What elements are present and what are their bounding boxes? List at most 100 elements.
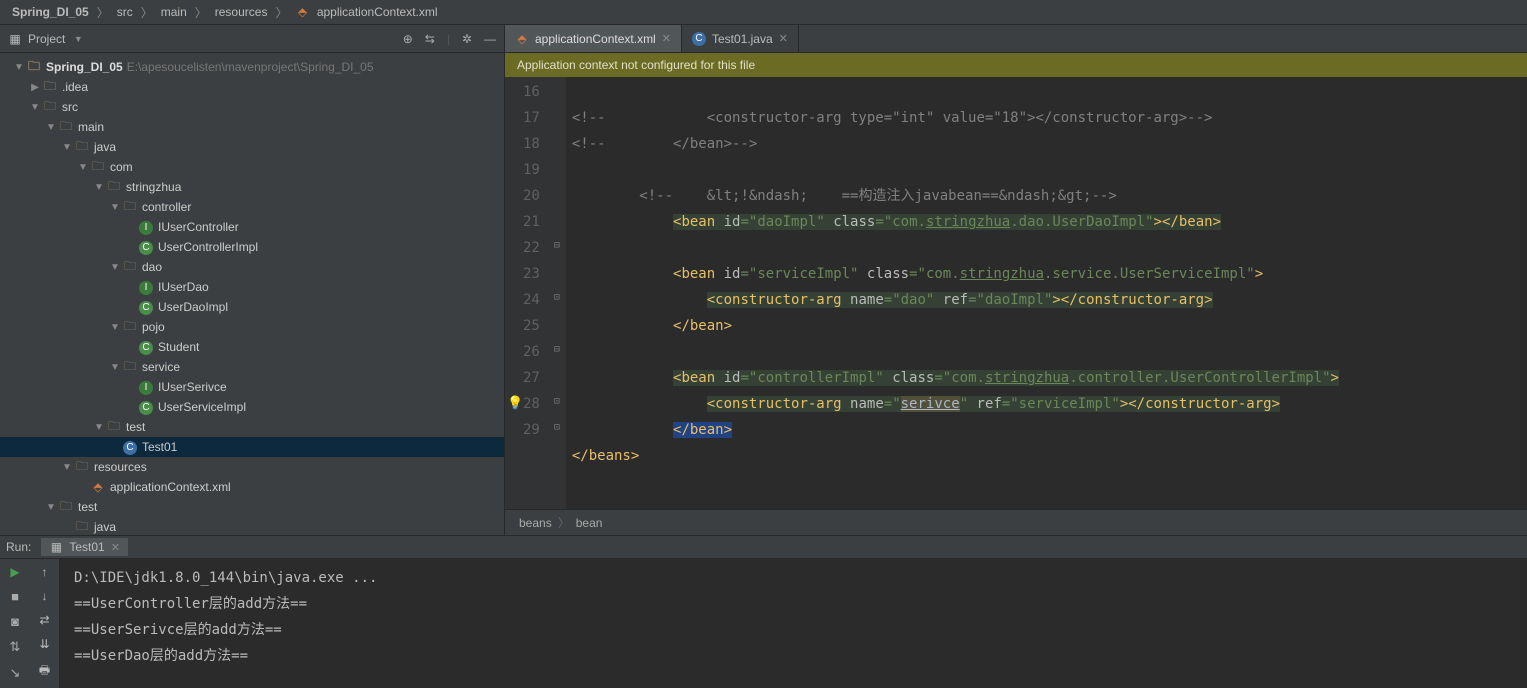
project-tree[interactable]: ▼🗀Spring_DI_05E:\apesoucelisten\mavenpro… — [0, 53, 504, 535]
gutter-line[interactable]: 20 — [523, 183, 540, 209]
locate-icon[interactable]: ⊕ — [403, 32, 413, 46]
gutter-line[interactable]: 27 — [523, 365, 540, 391]
gutter-line[interactable]: 16 — [523, 79, 540, 105]
fold-mark[interactable] — [548, 311, 566, 337]
intention-bulb-icon[interactable]: 💡 — [507, 391, 523, 417]
tree-arrow-icon[interactable]: ▼ — [108, 322, 122, 333]
tree-arrow-icon[interactable]: ▼ — [28, 102, 42, 113]
fold-mark[interactable]: ⊟ — [548, 233, 566, 259]
gutter-line[interactable]: 18 — [523, 131, 540, 157]
tree-row[interactable]: ▼🗀resources — [0, 457, 504, 477]
exit-icon[interactable]: ↘ — [10, 665, 21, 681]
close-icon[interactable]: ✕ — [111, 541, 120, 554]
tab-applicationcontext[interactable]: ⬘ applicationContext.xml ✕ — [505, 25, 682, 52]
gutter-line[interactable]: 26 — [523, 339, 540, 365]
fold-mark[interactable] — [548, 181, 566, 207]
gutter-line[interactable]: 25 — [523, 313, 540, 339]
breadcrumb-item[interactable]: resources — [211, 5, 272, 19]
print-icon[interactable]: 🖶 — [39, 661, 50, 682]
tree-arrow-icon[interactable]: ▼ — [92, 422, 106, 433]
fold-mark[interactable] — [548, 155, 566, 181]
fold-mark[interactable] — [548, 77, 566, 103]
close-icon[interactable]: ✕ — [779, 32, 788, 45]
breadcrumb-item[interactable]: ⬘ applicationContext.xml — [291, 5, 445, 19]
tree-arrow-icon[interactable]: ▼ — [44, 502, 58, 513]
tree-arrow-icon[interactable]: ▼ — [108, 262, 122, 273]
tree-arrow-icon[interactable]: ▼ — [60, 462, 74, 473]
fold-mark[interactable]: ⊡ — [548, 415, 566, 441]
layout-icon[interactable]: ⇅ — [10, 639, 21, 655]
fold-mark[interactable] — [548, 129, 566, 155]
down-icon[interactable]: ↓ — [42, 589, 48, 603]
fold-mark[interactable] — [548, 207, 566, 233]
breadcrumb-item[interactable]: Spring_DI_05 — [8, 5, 93, 19]
tree-row[interactable]: CUserServiceImpl — [0, 397, 504, 417]
dropdown-icon[interactable]: ▼ — [71, 32, 85, 46]
project-panel-title[interactable]: Project — [28, 32, 65, 46]
tree-arrow-icon[interactable]: ▼ — [92, 182, 106, 193]
tree-row[interactable]: ▼🗀test — [0, 497, 504, 517]
tree-row[interactable]: CStudent — [0, 337, 504, 357]
up-icon[interactable]: ↑ — [42, 565, 48, 579]
tree-row[interactable]: ▼🗀Spring_DI_05E:\apesoucelisten\mavenpro… — [0, 57, 504, 77]
tree-row[interactable]: ▼🗀java — [0, 137, 504, 157]
fold-mark[interactable] — [548, 259, 566, 285]
fold-column[interactable]: ⊟⊡⊟⊡⊡ — [548, 77, 566, 509]
tree-row[interactable]: 🗀java — [0, 517, 504, 535]
tree-row[interactable]: CUserDaoImpl — [0, 297, 504, 317]
tree-row[interactable]: CUserControllerImpl — [0, 237, 504, 257]
tree-row[interactable]: ▶🗀.idea — [0, 77, 504, 97]
tree-row[interactable]: ▼🗀service — [0, 357, 504, 377]
tree-arrow-icon[interactable]: ▼ — [12, 62, 26, 73]
gutter-line[interactable]: 17 — [523, 105, 540, 131]
gutter-line[interactable]: 28💡 — [523, 391, 540, 417]
tree-row[interactable]: ▼🗀dao — [0, 257, 504, 277]
gutter-line[interactable]: 24 — [523, 287, 540, 313]
scroll-icon[interactable]: ⇊ — [39, 637, 49, 651]
breadcrumb-item[interactable]: main — [157, 5, 191, 19]
tree-arrow-icon[interactable]: ▼ — [60, 142, 74, 153]
tree-arrow-icon[interactable]: ▼ — [108, 202, 122, 213]
editor-banner[interactable]: Application context not configured for t… — [505, 53, 1527, 77]
editor-gutter[interactable]: 16171819202122232425262728💡29 — [505, 77, 548, 509]
gutter-line[interactable]: 22 — [523, 235, 540, 261]
tab-test01[interactable]: C Test01.java ✕ — [682, 25, 799, 52]
softwrap-icon[interactable]: ⇄ — [39, 613, 49, 627]
close-icon[interactable]: ✕ — [662, 32, 671, 45]
code-editor[interactable]: 16171819202122232425262728💡29 ⊟⊡⊟⊡⊡ <!--… — [505, 77, 1527, 509]
fold-mark[interactable]: ⊟ — [548, 337, 566, 363]
tree-arrow-icon[interactable]: ▼ — [76, 162, 90, 173]
tree-row[interactable]: IIUserDao — [0, 277, 504, 297]
tree-row[interactable]: ▼🗀pojo — [0, 317, 504, 337]
tree-row[interactable]: IIUserSerivce — [0, 377, 504, 397]
gutter-line[interactable]: 21 — [523, 209, 540, 235]
fold-mark[interactable]: ⊡ — [548, 285, 566, 311]
hide-icon[interactable]: — — [484, 32, 496, 46]
gutter-line[interactable]: 19 — [523, 157, 540, 183]
tree-arrow-icon[interactable]: ▼ — [108, 362, 122, 373]
tree-row[interactable]: ▼🗀src — [0, 97, 504, 117]
tree-row[interactable]: ▼🗀main — [0, 117, 504, 137]
run-console[interactable]: D:\IDE\jdk1.8.0_144\bin\java.exe ... ==U… — [60, 559, 1527, 688]
tree-row[interactable]: IIUserController — [0, 217, 504, 237]
fold-mark[interactable] — [548, 363, 566, 389]
tree-arrow-icon[interactable]: ▼ — [44, 122, 58, 133]
tree-arrow-icon[interactable]: ▶ — [28, 82, 42, 93]
tree-row[interactable]: CTest01 — [0, 437, 504, 457]
gear-icon[interactable]: ✲ — [462, 32, 472, 46]
gutter-line[interactable]: 29 — [523, 417, 540, 443]
dump-icon[interactable]: ◙ — [11, 614, 19, 629]
fold-mark[interactable]: ⊡ — [548, 389, 566, 415]
tree-row[interactable]: ▼🗀com — [0, 157, 504, 177]
breadcrumb-item[interactable]: src — [113, 5, 137, 19]
tree-row[interactable]: ▼🗀controller — [0, 197, 504, 217]
rerun-icon[interactable]: ▶ — [10, 565, 19, 579]
gutter-line[interactable]: 23 — [523, 261, 540, 287]
run-tab[interactable]: ▦ Test01 ✕ — [41, 538, 128, 556]
tree-row[interactable]: ▼🗀stringzhua — [0, 177, 504, 197]
fold-mark[interactable] — [548, 103, 566, 129]
editor-breadcrumb[interactable]: beans〉bean — [505, 509, 1527, 535]
collapse-icon[interactable]: ⇆ — [425, 32, 435, 46]
stop-icon[interactable]: ■ — [11, 589, 19, 604]
tree-row[interactable]: ⬘applicationContext.xml — [0, 477, 504, 497]
